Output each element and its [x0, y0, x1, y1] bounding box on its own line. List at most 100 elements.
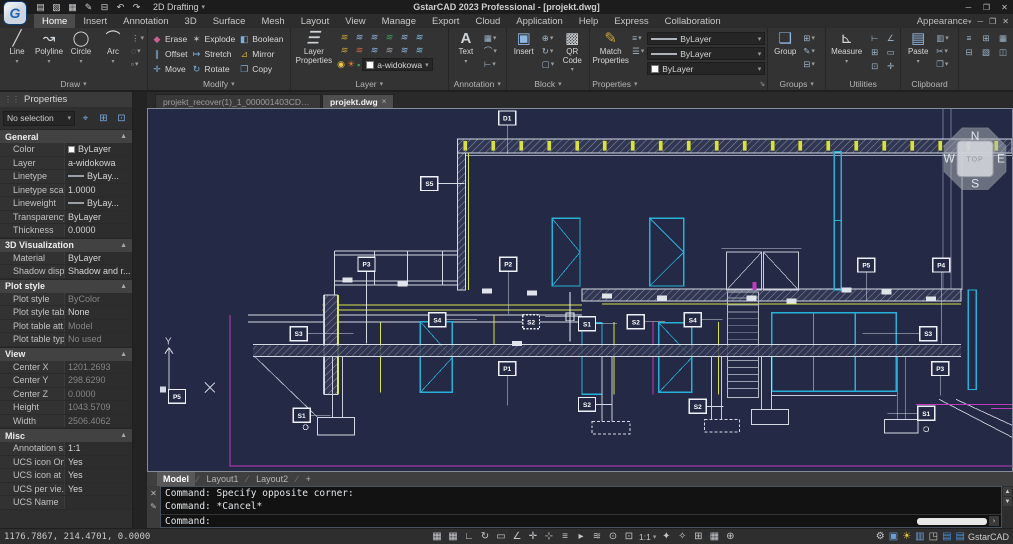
close-tab-icon[interactable]: ×: [382, 97, 387, 106]
quick-select-button[interactable]: ⌖: [78, 111, 93, 126]
explode-button[interactable]: ✶Explode: [192, 32, 236, 46]
object-snap-tracking-toggle[interactable]: ∠: [510, 530, 524, 543]
layer-tool-11[interactable]: ≋: [411, 44, 428, 57]
extra-tool-4[interactable]: ▧: [978, 46, 994, 58]
section-header-view[interactable]: View▲: [0, 347, 132, 361]
hardware-accel-toggle[interactable]: ▦: [707, 530, 721, 543]
line-button[interactable]: ╱ Line▾: [2, 29, 32, 78]
utilities-tool-0[interactable]: ⊢: [867, 32, 882, 44]
circle-button[interactable]: ◯ Circle▾: [66, 29, 96, 78]
draw-tool-1[interactable]: ◌▾: [130, 45, 145, 57]
property-value[interactable]: [64, 496, 132, 509]
draw-tool-2[interactable]: ▫▾: [130, 58, 145, 70]
block-tool-0[interactable]: ⊕▾: [541, 32, 556, 44]
property-value[interactable]: ByLayer: [64, 252, 132, 265]
menu-tab-export[interactable]: Export: [424, 14, 467, 28]
draw-panel-label[interactable]: Draw▾: [2, 78, 145, 90]
paste-button[interactable]: ▤ Paste▾: [903, 29, 933, 78]
ribbon-restore-button[interactable]: ❐: [989, 17, 996, 26]
close-button[interactable]: ✕: [996, 1, 1013, 13]
menu-tab-mesh[interactable]: Mesh: [253, 14, 292, 28]
layout-tab-+[interactable]: +: [300, 472, 317, 486]
draw-tool-0[interactable]: ⋮▾: [130, 32, 145, 44]
menu-tab-help[interactable]: Help: [571, 14, 607, 28]
property-value[interactable]: ByLay...: [64, 170, 132, 183]
property-value[interactable]: None: [64, 306, 132, 319]
ribbon-minimize-button[interactable]: ─: [977, 17, 983, 26]
stretch-button[interactable]: ↦Stretch: [192, 47, 236, 61]
property-value[interactable]: No used: [64, 333, 132, 346]
appearance-button[interactable]: Appearance▾: [917, 16, 972, 27]
property-value[interactable]: Yes: [64, 469, 132, 482]
command-history[interactable]: Command: Specify opposite corner:Command…: [160, 486, 1002, 528]
settings-icon[interactable]: ⚙: [876, 531, 885, 542]
toggle-pickadd-button[interactable]: ⊡: [114, 111, 129, 126]
property-dropdown-0[interactable]: ByLayer▾: [647, 32, 765, 45]
property-value[interactable]: Shadow and r...: [64, 265, 132, 278]
utilities-tool-1[interactable]: ∠: [883, 32, 898, 44]
polar-tracking-toggle[interactable]: ↻: [478, 530, 492, 543]
minimize-button[interactable]: ─: [960, 1, 977, 13]
clipboard-tool-0[interactable]: ▥▾: [935, 32, 950, 44]
save-as-icon[interactable]: ✎: [82, 1, 95, 13]
menu-tab-application[interactable]: Application: [508, 14, 570, 28]
groups-tool-0[interactable]: ⊞▾: [802, 32, 816, 44]
annotation-tool-2[interactable]: ⊢▾: [483, 58, 498, 70]
annotation-tool-0[interactable]: ▦▾: [483, 32, 498, 44]
workspace-switch-icon[interactable]: ▥: [915, 531, 924, 542]
measure-button[interactable]: ⊾ Measure▾: [828, 29, 865, 78]
text-button[interactable]: A Text▾: [451, 29, 481, 78]
command-prompt[interactable]: Command: ›: [161, 514, 1001, 527]
grid-toggle[interactable]: ▦: [446, 530, 460, 543]
menu-tab-cloud[interactable]: Cloud: [467, 14, 508, 28]
select-objects-button[interactable]: ⊞: [96, 111, 111, 126]
property-value[interactable]: 1:1: [64, 442, 132, 455]
command-vscrollbar[interactable]: ▲ ▼: [1002, 486, 1013, 528]
annotation-visibility-toggle[interactable]: ✦: [659, 530, 673, 543]
annotation-tool-1[interactable]: ⌒▾: [483, 45, 498, 57]
menu-tab-surface[interactable]: Surface: [205, 14, 254, 28]
transparency-toggle[interactable]: ≋: [590, 530, 604, 543]
layer-lock-icon[interactable]: ▪: [357, 60, 360, 70]
brand-chip[interactable]: ▤ GstarCAD: [956, 531, 1009, 542]
annotation-scale-button[interactable]: 1:1▾: [636, 532, 659, 542]
property-value[interactable]: 1201.2693: [64, 361, 132, 374]
app-logo[interactable]: G: [3, 1, 27, 25]
menu-tab-manage[interactable]: Manage: [374, 14, 424, 28]
layer-tool-5[interactable]: ≋: [411, 31, 428, 44]
property-value[interactable]: a-widokowa: [64, 157, 132, 170]
quick-properties-toggle[interactable]: ⊙: [606, 530, 620, 543]
layer-freeze-icon[interactable]: ☀: [347, 59, 355, 70]
drawing-tab-recover[interactable]: projekt_recover(1)_1_000001403CDE4450...: [155, 94, 321, 108]
command-hscrollbar[interactable]: ›: [917, 516, 1001, 526]
qr-code-button[interactable]: ▩ QR Code▾: [557, 29, 587, 78]
menu-tab-collaboration[interactable]: Collaboration: [657, 14, 729, 28]
property-value[interactable]: 1043.5709: [64, 401, 132, 414]
extra-tool-2[interactable]: ▦: [995, 32, 1011, 44]
undo-icon[interactable]: ↶: [114, 1, 127, 13]
layer-on-icon[interactable]: ◉: [337, 59, 345, 70]
groups-tool-2[interactable]: ⊟▾: [802, 58, 816, 70]
viewcube-top[interactable]: TOP: [966, 157, 983, 164]
viewcube-south[interactable]: S: [971, 177, 979, 191]
extra-tool-1[interactable]: ⊞: [978, 32, 994, 44]
ortho-toggle[interactable]: ∟: [462, 530, 476, 543]
property-value[interactable]: ByLay...: [64, 197, 132, 210]
boolean-button[interactable]: ◧Boolean: [239, 32, 283, 46]
snap-toggle[interactable]: ▦: [430, 530, 444, 543]
scroll-down-icon[interactable]: ▼: [1003, 497, 1012, 506]
tips-bulb-icon[interactable]: ☀: [902, 531, 911, 542]
menu-tab-view[interactable]: View: [337, 14, 373, 28]
extra-tool-0[interactable]: ≡: [961, 32, 977, 44]
utilities-tool-2[interactable]: ⊞: [867, 46, 882, 58]
section-header-misc[interactable]: Misc▲: [0, 428, 132, 442]
workspace-switcher[interactable]: 2D Drafting ▾: [149, 1, 209, 13]
new-file-icon[interactable]: ▤: [34, 1, 47, 13]
object-snap-toggle[interactable]: ▭: [494, 530, 508, 543]
clipboard-tool-1[interactable]: ✂▾: [935, 45, 950, 57]
property-value[interactable]: Yes: [64, 483, 132, 496]
open-file-icon[interactable]: ▧: [50, 1, 63, 13]
viewcube-west[interactable]: W: [943, 152, 955, 166]
property-value[interactable]: 1.0000: [64, 184, 132, 197]
dynamic-ucs-toggle[interactable]: ⊡: [622, 530, 636, 543]
